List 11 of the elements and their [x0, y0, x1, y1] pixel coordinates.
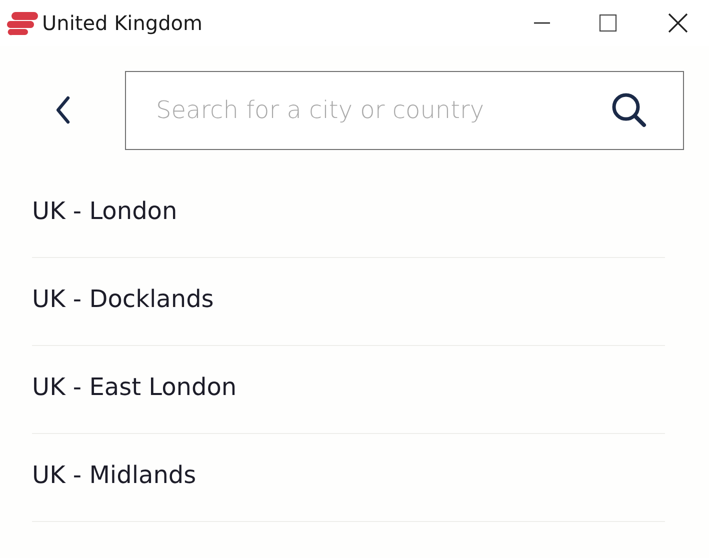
search-icon [610, 90, 648, 128]
search-field[interactable]: Search for a city or country [125, 70, 684, 150]
window-title: United Kingdom [42, 11, 204, 35]
location-item[interactable]: UK - Midlands [32, 460, 196, 488]
logo-icon [6, 10, 38, 36]
back-icon[interactable] [54, 95, 72, 125]
location-item[interactable]: UK - Docklands [32, 284, 214, 312]
close-icon[interactable] [668, 13, 688, 33]
location-item[interactable]: UK - London [32, 196, 178, 224]
maximize-icon[interactable] [599, 14, 617, 32]
location-item[interactable]: UK - East London [32, 372, 237, 400]
